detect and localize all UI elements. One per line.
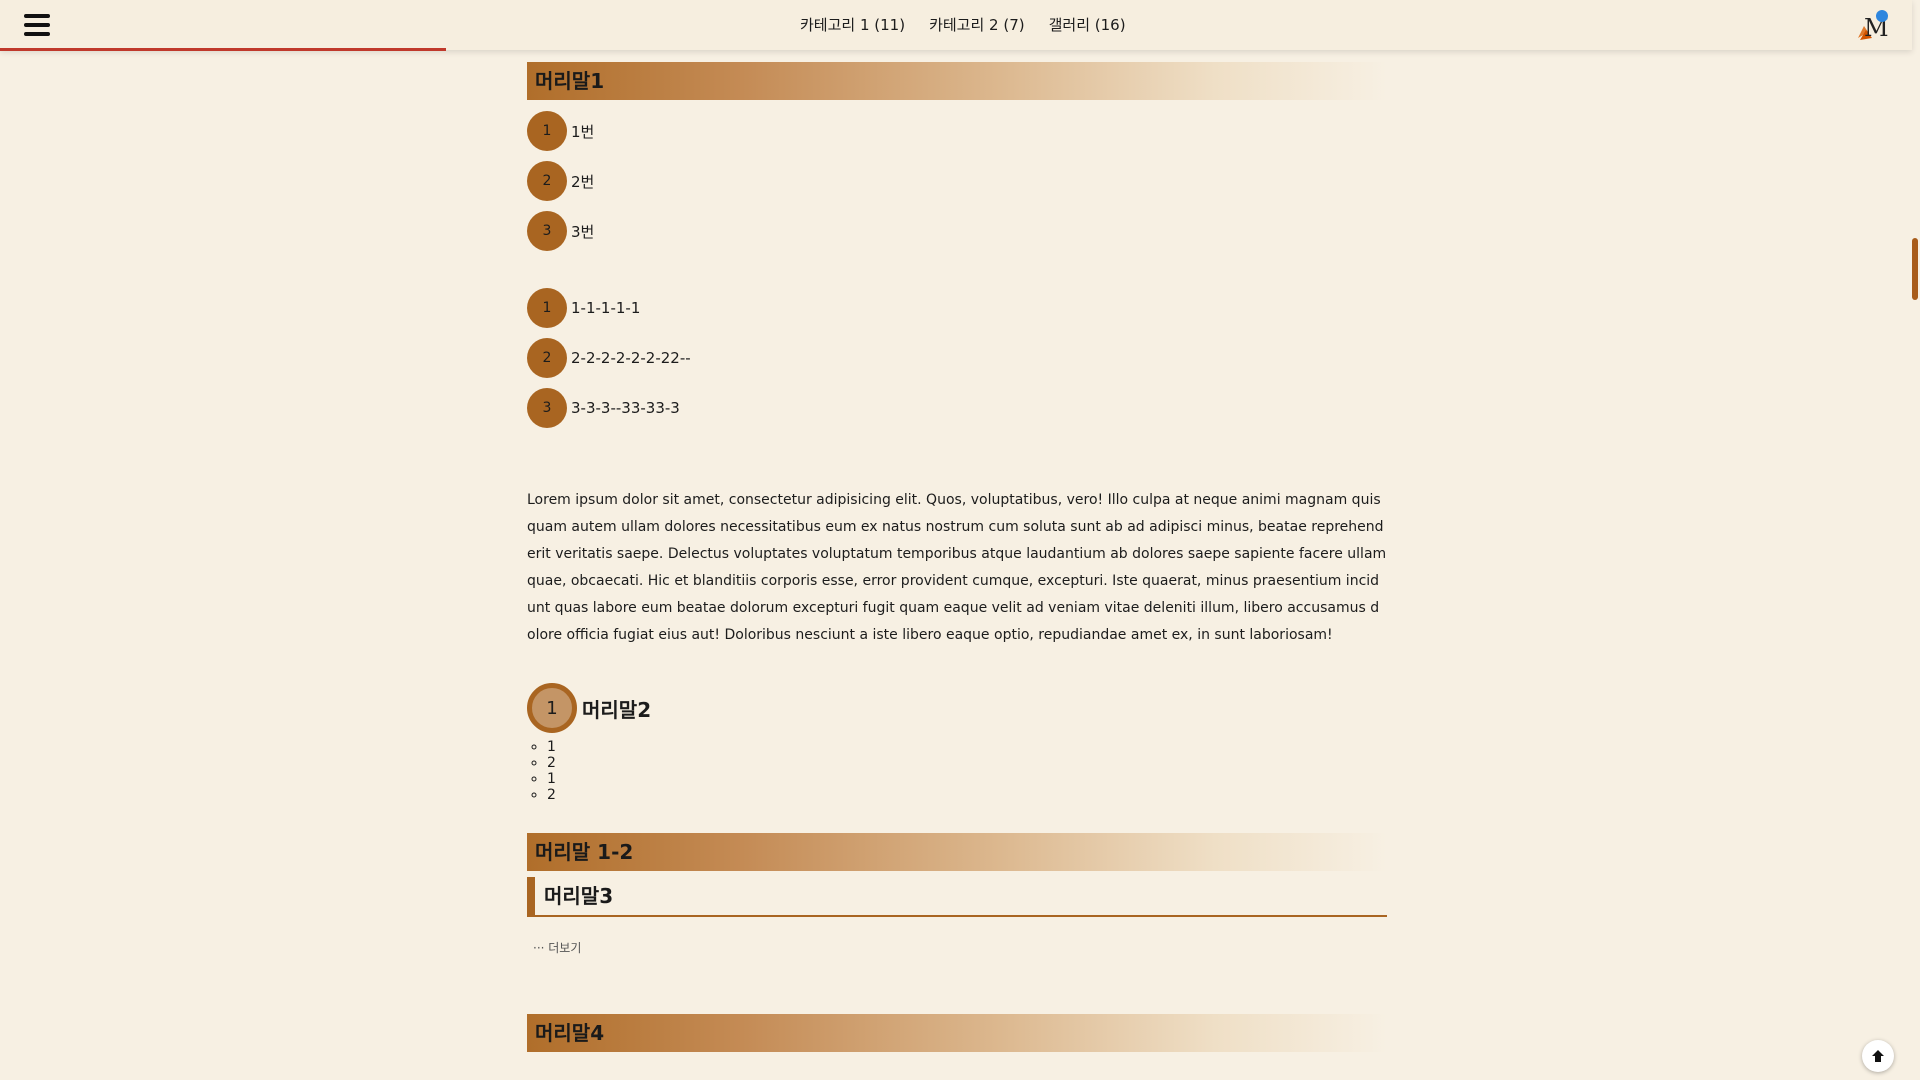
heading-4: 머리말4 — [527, 1014, 1387, 1052]
list-item: 2 — [547, 755, 1387, 771]
number-badge: 1 — [527, 111, 567, 151]
heading-3: 머리말3 — [527, 877, 1387, 917]
number-badge: 2 — [527, 161, 567, 201]
number-badge: 3 — [527, 388, 567, 428]
list-item-text: 3-3-3--33-33-3 — [571, 399, 680, 417]
heading-1: 머리말1 — [527, 62, 1387, 100]
number-badge: 3 — [527, 211, 567, 251]
list-item-text: 1-1-1-1-1 — [571, 299, 641, 317]
scroll-to-top-button[interactable] — [1862, 1040, 1894, 1072]
numbered-list-2: 1 1-1-1-1-1 2 2-2-2-2-2-2-22-- 3 3-3-3--… — [527, 283, 1387, 433]
number-badge: 2 — [527, 338, 567, 378]
list-item: 1 1-1-1-1-1 — [527, 283, 1387, 333]
heading-number-badge: 1 — [527, 683, 577, 733]
arrow-up-icon — [1872, 1050, 1884, 1062]
list-item: 1 — [547, 739, 1387, 755]
list-item: 1 — [547, 771, 1387, 787]
bullet-list: 1 2 1 2 — [527, 739, 1387, 803]
list-item: 3 3-3-3--33-33-3 — [527, 383, 1387, 433]
list-item: 2 2-2-2-2-2-2-22-- — [527, 333, 1387, 383]
more-toggle[interactable]: ··· 더보기 — [527, 937, 1387, 956]
category-nav: 카테고리 1 (11) 카테고리 2 (7) 갤러리 (16) — [800, 0, 1126, 48]
list-item: 3 3번 — [527, 206, 1387, 256]
scrollbar-thumb[interactable] — [1912, 238, 1918, 300]
reading-progress-bar — [0, 48, 446, 51]
list-item-text: 2번 — [571, 172, 595, 191]
more-link[interactable]: ··· 더보기 — [533, 941, 581, 955]
numbered-list-1: 1 1번 2 2번 3 3번 — [527, 106, 1387, 256]
heading-1-2: 머리말 1-2 — [527, 833, 1387, 871]
number-badge: 1 — [527, 288, 567, 328]
nav-category-2[interactable]: 카테고리 2 (7) — [929, 14, 1025, 35]
list-item-text: 2-2-2-2-2-2-22-- — [571, 349, 691, 367]
post-content: 머리말1 1 1번 2 2번 3 3번 1 1-1-1-1-1 2 2-2-2-… — [527, 62, 1387, 1052]
nav-gallery[interactable]: 갤러리 (16) — [1049, 14, 1126, 35]
list-item: 1 1번 — [527, 106, 1387, 156]
body-paragraph: Lorem ipsum dolor sit amet, consectetur … — [527, 492, 1387, 643]
list-item-text: 3번 — [571, 222, 595, 241]
list-item-text: 1번 — [571, 122, 595, 141]
heading-2: 1 머리말2 — [527, 683, 1387, 733]
list-item: 2 2번 — [527, 156, 1387, 206]
nav-category-1[interactable]: 카테고리 1 (11) — [800, 14, 905, 35]
blog-logo-icon[interactable]: M — [1854, 8, 1890, 42]
list-item: 2 — [547, 787, 1387, 803]
top-navigation-bar: 카테고리 1 (11) 카테고리 2 (7) 갤러리 (16) M — [0, 0, 1912, 51]
hamburger-menu-icon[interactable] — [24, 14, 50, 36]
heading-2-text: 머리말2 — [582, 697, 652, 722]
